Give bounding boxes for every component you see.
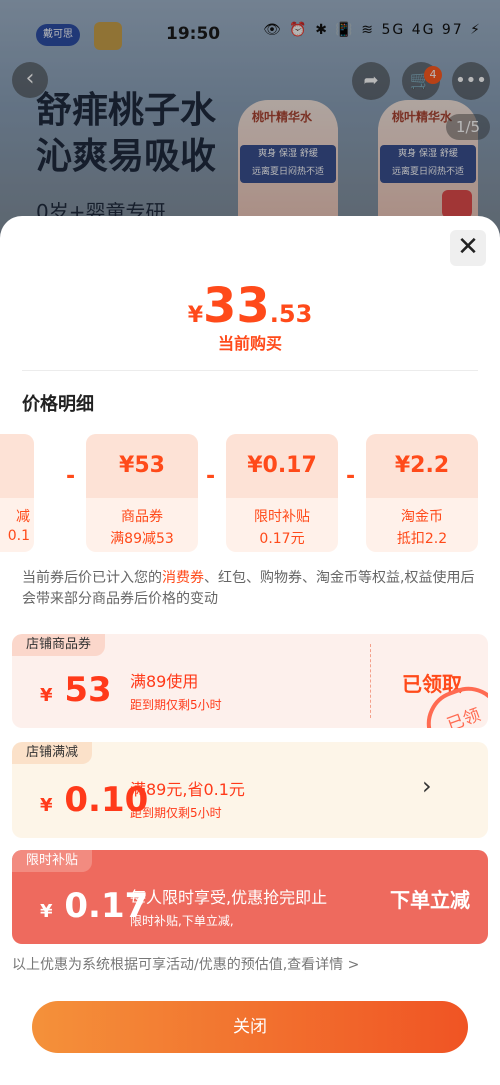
card-label: 淘金币 [401,509,443,525]
card-amount [0,434,34,498]
price-caption: 当前购买 [217,334,282,353]
yen-sign: ¥ [40,901,53,922]
order-discount-label: 下单立减 [390,888,470,912]
divider [22,370,478,371]
coupon-expiry: 距到期仅剩5小时 [130,806,222,820]
limited-subsidy-card[interactable]: 限时补贴 ¥ 0.17 每人限时享受,优惠抢完即止 限时补贴,下单立减, 下单立… [12,850,488,944]
card-label: 减 [16,509,30,525]
breakdown-card: ¥0.17 限时补贴 0.17元 [226,434,338,552]
section-title: 价格明细 [22,394,94,415]
coupon-expiry: 距到期仅剩5小时 [130,698,222,712]
minus-sign: - [346,464,356,489]
chevron-right-icon[interactable]: › [422,772,432,800]
price-detail-sheet: ✕ ¥33.53 当前购买 价格明细 减 0.1 - ¥53 商品券 满89减5… [0,216,500,1085]
price-currency: ¥ [187,303,203,328]
price-integer: 33 [203,278,270,334]
current-price: ¥33.53 [0,278,500,334]
breakdown-card: 减 0.1 [0,434,34,552]
price-note: 当前券后价已计入您的消费券、红包、购物券、淘金币等权益,权益使用后会带来部分商品… [22,568,478,610]
coupon-value: 53 [64,670,112,710]
card-detail: 满89减53 [110,531,174,547]
coupon-title: 满89使用 [130,672,199,691]
coupon-title: 满89元,省0.1元 [130,780,245,799]
card-detail: 0.1 [7,528,30,544]
estimate-details-link[interactable]: 以上优惠为系统根据可享活动/优惠的预估值,查看详情 > [12,954,359,974]
price-decimal: .53 [269,300,313,328]
close-button[interactable]: 关闭 [32,1001,468,1053]
breakdown-card: ¥53 商品券 满89减53 [86,434,198,552]
minus-sign: - [206,464,216,489]
note-text: 当前券后价已计入您的 [22,570,162,586]
yen-sign: ¥ [40,685,53,706]
card-label: 限时补贴 [254,509,310,525]
store-discount-card[interactable]: 店铺满减 ¥ 0.10 满89元,省0.1元 距到期仅剩5小时 › [12,742,488,838]
card-detail: 0.17元 [259,531,305,547]
card-amount: ¥0.17 [226,434,338,498]
coupon-expiry: 限时补贴,下单立减, [130,914,234,928]
price-breakdown-cards[interactable]: 减 0.1 - ¥53 商品券 满89减53 - ¥0.17 限时补贴 0.17… [0,434,500,552]
minus-sign: - [66,464,76,489]
close-icon[interactable]: ✕ [450,230,486,266]
card-label: 商品券 [121,509,163,525]
card-detail: 抵扣2.2 [396,531,448,547]
coupon-divider [370,644,371,718]
coupon-title: 每人限时享受,优惠抢完即止 [130,888,328,907]
coupon-tag: 店铺满减 [12,742,93,764]
card-amount: ¥53 [86,434,198,498]
yen-sign: ¥ [40,795,53,816]
coupon-tag: 限时补贴 [12,850,93,872]
store-coupon-card[interactable]: 店铺商品券 ¥ 53 满89使用 距到期仅剩5小时 已领取 已领 [12,634,488,728]
consumer-coupon-link[interactable]: 消费券 [162,570,204,586]
card-amount: ¥2.2 [366,434,478,498]
breakdown-card: ¥2.2 淘金币 抵扣2.2 [366,434,478,552]
coupon-tag: 店铺商品券 [12,634,106,656]
coupon-amount: ¥ 53 [40,670,112,710]
